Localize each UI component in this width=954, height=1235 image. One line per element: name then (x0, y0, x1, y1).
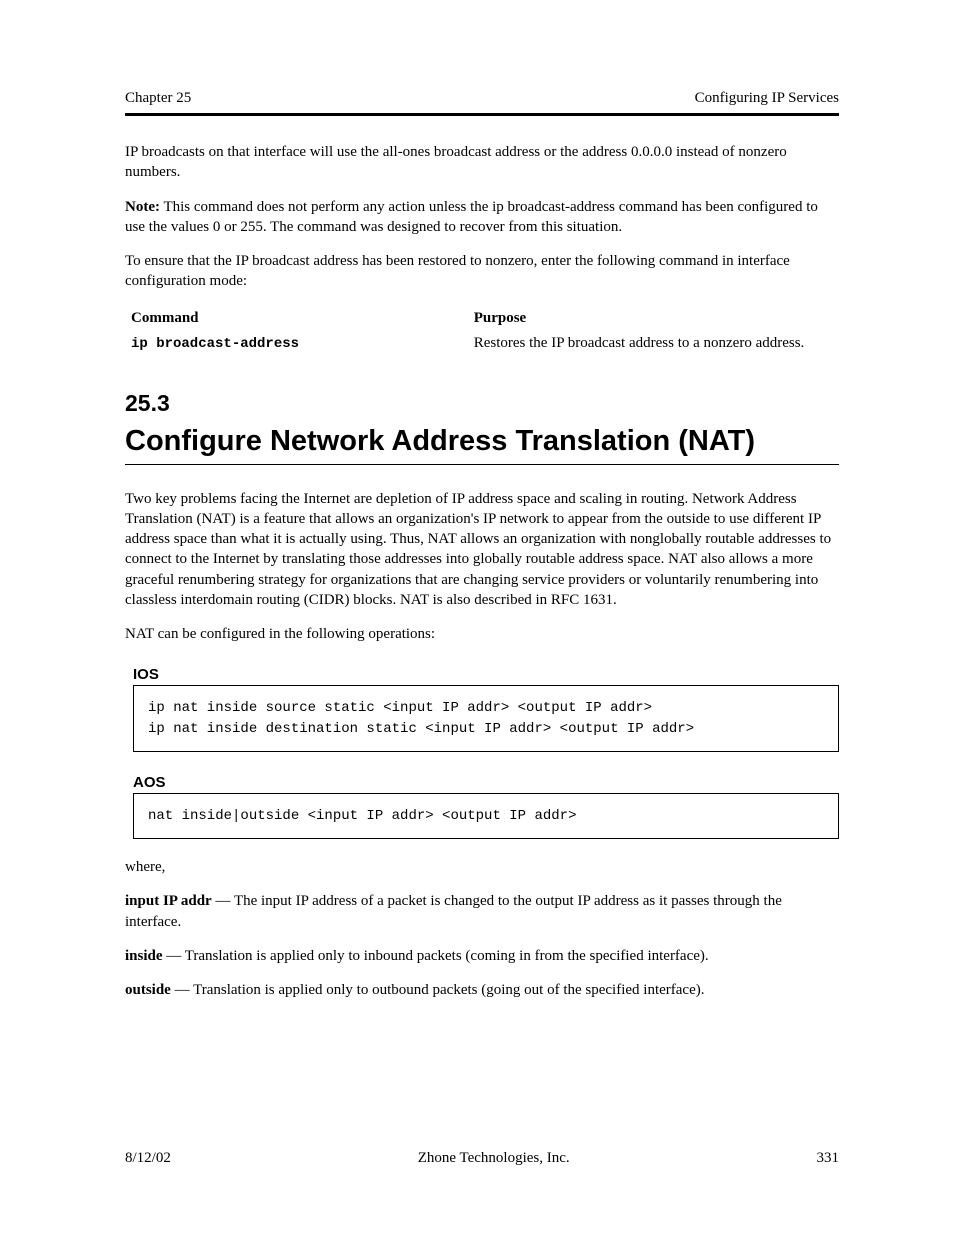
code-box-aos: nat inside|outside <input IP addr> <outp… (133, 793, 839, 839)
body-para-3: Two key problems facing the Internet are… (125, 489, 839, 611)
section-rule (125, 464, 839, 465)
footer-center: Zhone Technologies, Inc. (418, 1150, 570, 1167)
code-line-3: nat inside|outside <input IP addr> <outp… (148, 806, 824, 826)
label-aos: AOS (133, 774, 839, 791)
def-term-outside: outside (125, 982, 171, 998)
def-outside: outside — Translation is applied only to… (125, 980, 839, 1000)
body-para-4: NAT can be configured in the following o… (125, 624, 839, 644)
running-header: Chapter 25 Configuring IP Services (125, 90, 839, 107)
section-number: 25.3 (125, 390, 839, 417)
footer-left: 8/12/02 (125, 1150, 171, 1167)
command-table: Command Purpose ip broadcast-address Res… (125, 306, 839, 356)
footer: 8/12/02 Zhone Technologies, Inc. 331 (125, 1150, 839, 1167)
def-term-inside: inside (125, 948, 163, 964)
table-header-command: Command (131, 310, 199, 326)
body-para-1: IP broadcasts on that interface will use… (125, 142, 839, 183)
code-line-1: ip nat inside source static <input IP ad… (148, 698, 824, 718)
body-para-2: To ensure that the IP broadcast address … (125, 251, 839, 292)
table-command-text: ip broadcast-address (131, 336, 299, 352)
table-purpose-text: Restores the IP broadcast address to a n… (474, 335, 805, 351)
note-body: This command does not perform any action… (125, 199, 818, 235)
def-term-input-ip: input IP addr (125, 893, 212, 909)
def-input-ip: input IP addr — The input IP address of … (125, 891, 839, 932)
footer-right: 331 (817, 1150, 840, 1167)
header-left: Chapter 25 (125, 90, 191, 107)
def-body-outside: — Translation is applied only to outboun… (171, 982, 705, 998)
header-right: Configuring IP Services (695, 90, 839, 107)
table-header-purpose: Purpose (474, 310, 527, 326)
label-ios: IOS (133, 666, 839, 683)
note-paragraph: Note: This command does not perform any … (125, 197, 839, 238)
code-line-2: ip nat inside destination static <input … (148, 719, 824, 739)
def-inside: inside — Translation is applied only to … (125, 946, 839, 966)
header-rule (125, 113, 839, 116)
def-body-inside: — Translation is applied only to inbound… (163, 948, 709, 964)
note-lead: Note: (125, 199, 160, 215)
where-label: where, (125, 857, 839, 877)
code-box-ios: ip nat inside source static <input IP ad… (133, 685, 839, 752)
section-title: Configure Network Address Translation (N… (125, 425, 839, 458)
def-body-input-ip: — The input IP address of a packet is ch… (125, 893, 782, 929)
